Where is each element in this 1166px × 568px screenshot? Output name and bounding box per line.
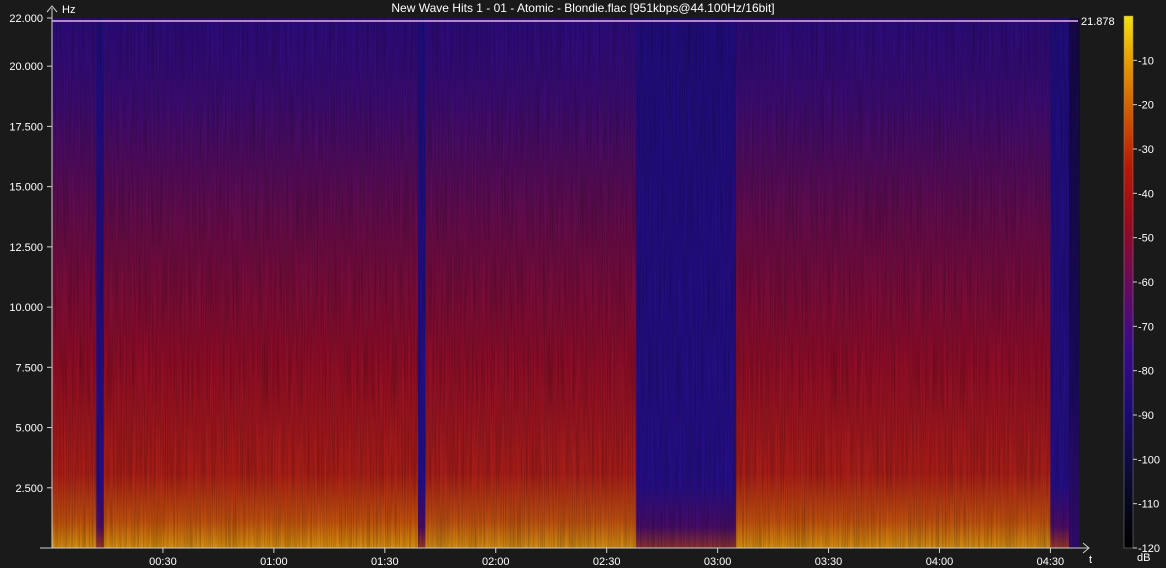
colorbar-label: dB [1137,552,1150,564]
colorbar-tick-label: -110 [1138,499,1159,511]
y-tick-label: 15.000 [9,182,43,194]
x-tick-label: 01:30 [371,556,399,568]
colorbar-tick-label: -100 [1138,454,1160,466]
colorbar-tick-label: -80 [1138,366,1154,378]
colorbar-tick-label: -10 [1138,55,1154,67]
colorbar-tick-label: -70 [1138,321,1154,333]
y-tick-label: 7.500 [15,362,43,374]
x-ticks: 00:30 01:00 01:30 02:00 02:30 03:00 03:30 04:00… [149,548,1064,568]
y-tick-label: 12.500 [9,242,43,254]
colorbar-tick-label: -90 [1138,410,1154,422]
x-tick-label: 04:00 [926,556,954,568]
texture-overlay [52,18,1080,548]
spectrogram-chart: 21.878 Hz t 2.5005.0007.50010.00012.5001… [9,4,1160,568]
x-axis-label: t [1089,554,1092,566]
colorbar-tick-label: -60 [1138,277,1154,289]
x-tick-label: 03:00 [704,556,732,568]
y-tick-label: 5.000 [15,423,43,435]
x-tick-label: 03:30 [815,556,843,568]
y-ticks: 2.500 5.000 7.500 10.000 12.500 15.000 17.500 2… [9,13,52,495]
colorbar-tick-label: -20 [1138,100,1154,112]
colorbar-tick-label: -40 [1138,188,1154,200]
colorbar-ticks: -10-20-30-40-50-60-70-80-90-100-110-120 [1133,55,1160,555]
y-tick-label: 17.500 [9,121,43,133]
x-tick-label: 01:00 [260,556,288,568]
x-tick-label: 02:00 [482,556,510,568]
y-tick-label: 2.500 [15,483,43,495]
x-tick-label: 02:30 [593,556,621,568]
colorbar-tick-label: -50 [1138,233,1154,245]
y-tick-label: 10.000 [9,302,43,314]
cutoff-label: 21.878 [1081,16,1115,28]
x-tick-label: 04:30 [1037,556,1065,568]
chart-title: New Wave Hits 1 - 01 - Atomic - Blondie.… [391,1,775,15]
x-tick-label: 00:30 [149,556,177,568]
colorbar [1123,15,1134,549]
y-tick-label: 20.000 [9,61,43,73]
colorbar-tick-label: -30 [1138,144,1154,156]
